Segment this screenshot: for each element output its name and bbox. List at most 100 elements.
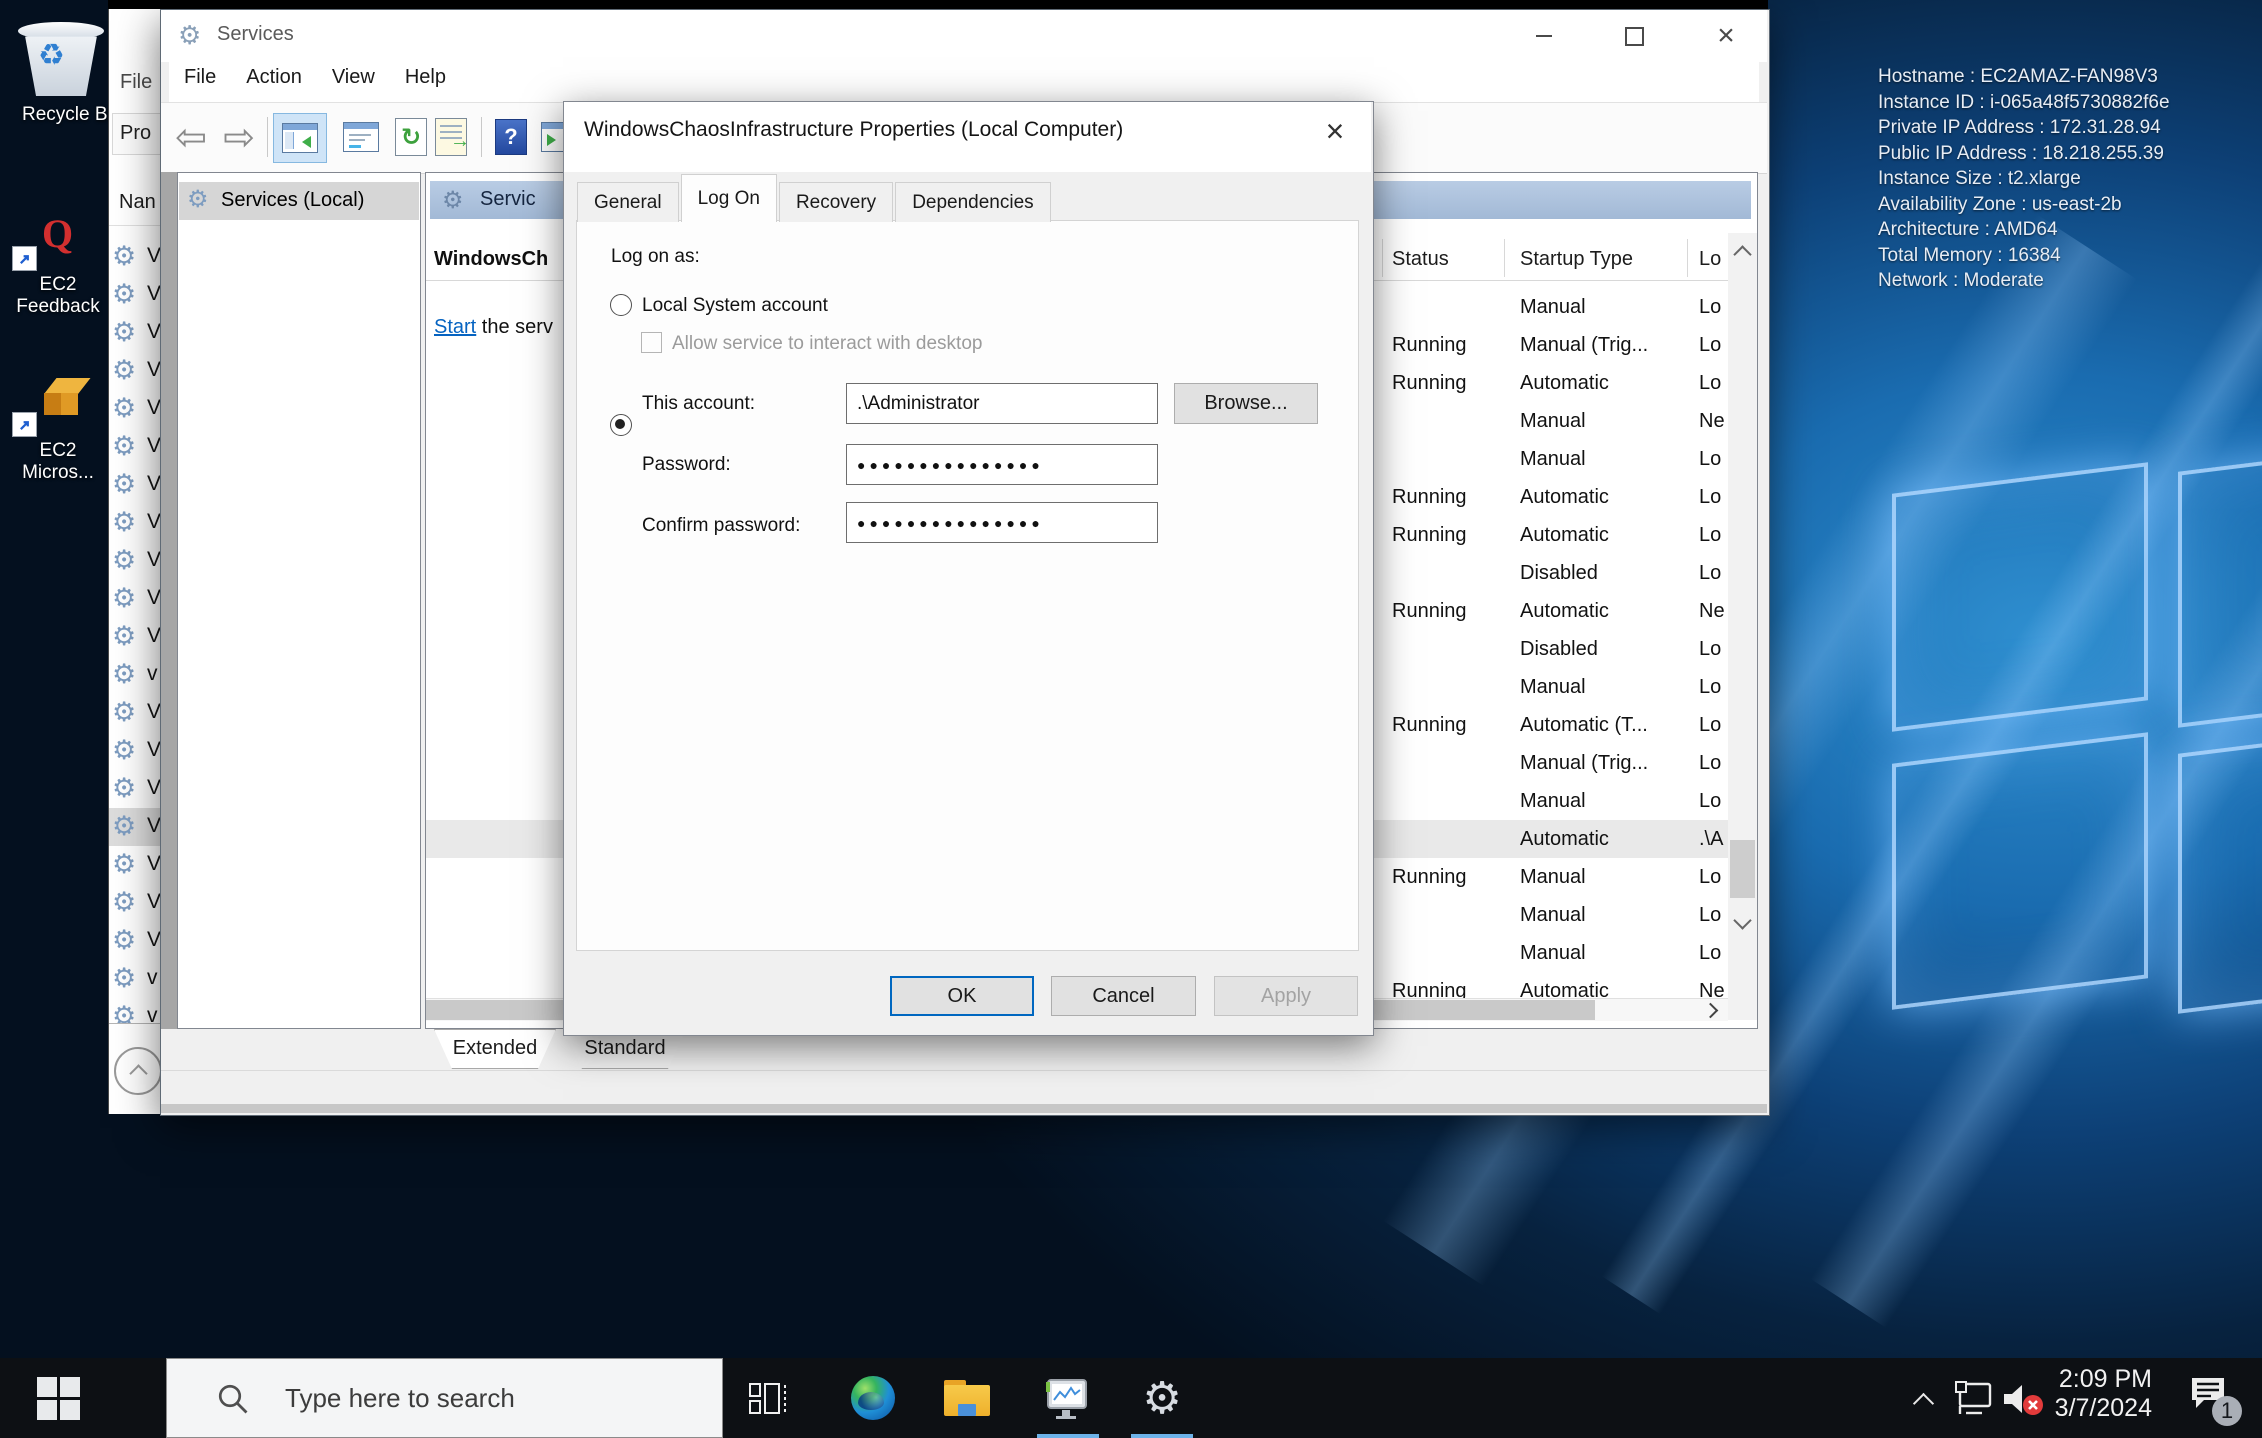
taskbar-search[interactable]: Type here to search bbox=[166, 1358, 723, 1438]
name-column-header[interactable]: Nan bbox=[119, 191, 156, 214]
dialog-tab[interactable]: General bbox=[577, 182, 679, 222]
desktop-icon-ec2-microsoft[interactable]: EC2 Micros... bbox=[6, 376, 110, 491]
background-service-row[interactable]: ⚙ V bbox=[109, 770, 161, 808]
view-tab[interactable]: Extended bbox=[434, 1029, 556, 1069]
taskbar-clock[interactable]: 2:09 PM 3/7/2024 bbox=[2040, 1365, 2152, 1423]
performance-monitor-icon[interactable] bbox=[1042, 1374, 1090, 1422]
background-service-row[interactable]: ⚙ V bbox=[109, 352, 161, 390]
back-icon[interactable]: ⇦ bbox=[169, 113, 213, 161]
help-icon[interactable]: ? bbox=[491, 113, 531, 161]
close-button[interactable]: × bbox=[1695, 10, 1757, 62]
clock-date: 3/7/2024 bbox=[2040, 1394, 2152, 1423]
cell-startup-type: Automatic bbox=[1520, 516, 1695, 554]
background-service-row[interactable]: ⚙ V bbox=[109, 694, 161, 732]
service-gear-icon: ⚙ bbox=[112, 393, 136, 424]
scroll-down-arrow[interactable] bbox=[1728, 905, 1757, 941]
scroll-up-button[interactable] bbox=[114, 1047, 161, 1095]
menu-item[interactable]: Help bbox=[390, 62, 461, 93]
forward-icon[interactable]: ⇨ bbox=[217, 113, 261, 161]
cell-log-on-as: Ne bbox=[1699, 402, 1728, 440]
dialog-tab[interactable]: Recovery bbox=[779, 182, 893, 222]
divider bbox=[109, 1023, 161, 1024]
background-service-row[interactable]: ⚙ V bbox=[109, 542, 161, 580]
wallpaper-window-pane bbox=[2178, 734, 2262, 1013]
desktop-icon-ec2-feedback[interactable]: Q EC2 Feedback bbox=[6, 210, 110, 325]
column-header-log-on-as[interactable]: Lo bbox=[1699, 238, 1727, 280]
background-window-file-menu[interactable]: File bbox=[120, 71, 152, 94]
minimize-button[interactable] bbox=[1513, 10, 1575, 62]
interact-desktop-checkbox[interactable] bbox=[641, 332, 662, 353]
local-system-radio[interactable] bbox=[610, 294, 632, 316]
dialog-title-bar[interactable]: WindowsChaosInfrastructure Properties (L… bbox=[564, 102, 1371, 172]
maximize-button[interactable] bbox=[1603, 10, 1665, 62]
background-service-row[interactable]: ⚙ V bbox=[109, 846, 161, 884]
refresh-icon[interactable]: ↻ bbox=[389, 113, 433, 161]
vertical-scroll-thumb[interactable] bbox=[1730, 840, 1755, 898]
background-service-row[interactable]: ⚙ V bbox=[109, 238, 161, 276]
desktop-icon-recycle-bin[interactable]: ♻ Recycle Bi bbox=[8, 16, 112, 146]
menu-item[interactable]: Action bbox=[231, 62, 317, 93]
scroll-up-arrow[interactable] bbox=[1728, 233, 1757, 269]
background-service-row[interactable]: ⚙ v bbox=[109, 656, 161, 694]
background-service-row[interactable]: ⚙ V bbox=[109, 466, 161, 504]
scroll-right-arrow[interactable] bbox=[1697, 999, 1728, 1021]
service-name-letter: V bbox=[147, 434, 161, 458]
apply-button[interactable]: Apply bbox=[1214, 976, 1358, 1016]
background-service-row[interactable]: ⚙ V bbox=[109, 922, 161, 960]
background-service-row[interactable]: ⚙ V bbox=[109, 884, 161, 922]
menu-item[interactable]: View bbox=[317, 62, 390, 93]
network-icon[interactable] bbox=[1952, 1380, 1996, 1416]
service-name-letter: V bbox=[147, 396, 161, 420]
background-service-row[interactable]: ⚙ V bbox=[109, 428, 161, 466]
this-account-radio[interactable] bbox=[610, 414, 632, 436]
column-header-startup-type[interactable]: Startup Type bbox=[1520, 238, 1685, 280]
browse-button[interactable]: Browse... bbox=[1174, 383, 1318, 424]
cell-log-on-as: Lo bbox=[1699, 478, 1728, 516]
dialog-close-button[interactable]: × bbox=[1308, 108, 1362, 154]
service-name-letter: v bbox=[147, 662, 158, 686]
vertical-scrollbar[interactable] bbox=[1728, 233, 1757, 1020]
dialog-tab[interactable]: Dependencies bbox=[895, 182, 1050, 222]
cell-status bbox=[1392, 820, 1512, 858]
account-input[interactable]: .\Administrator bbox=[846, 383, 1158, 424]
settings-gear-icon[interactable]: ⚙ bbox=[1134, 1368, 1190, 1428]
file-explorer-icon[interactable] bbox=[944, 1380, 990, 1418]
left-gutter-scrollbar[interactable] bbox=[161, 172, 177, 1029]
cell-log-on-as: Lo bbox=[1699, 554, 1728, 592]
background-service-row[interactable]: ⚙ v bbox=[109, 998, 161, 1023]
password-input[interactable]: ●●●●●●●●●●●●●●● bbox=[846, 444, 1158, 485]
background-service-row[interactable]: ⚙ V bbox=[109, 808, 161, 846]
column-header-status[interactable]: Status bbox=[1392, 238, 1502, 280]
cancel-button[interactable]: Cancel bbox=[1051, 976, 1196, 1016]
ok-button[interactable]: OK bbox=[890, 976, 1034, 1016]
tree-item-label: Services (Local) bbox=[221, 189, 364, 212]
background-service-row[interactable]: ⚙ v bbox=[109, 960, 161, 998]
clock-time: 2:09 PM bbox=[2040, 1365, 2152, 1394]
tree-item-services-local[interactable]: ⚙ Services (Local) bbox=[179, 182, 419, 220]
edge-icon[interactable] bbox=[851, 1376, 895, 1420]
minimize-icon bbox=[1536, 35, 1552, 37]
hostname-info-line: Instance ID : i-065a48f5730882f6e bbox=[1878, 90, 2258, 116]
service-name-letter: V bbox=[147, 890, 161, 914]
background-service-row[interactable]: ⚙ V bbox=[109, 618, 161, 656]
services-app-icon: ⚙ bbox=[178, 20, 201, 51]
start-button[interactable] bbox=[0, 1358, 116, 1438]
background-service-row[interactable]: ⚙ V bbox=[109, 314, 161, 352]
export-list-icon[interactable]: → bbox=[429, 113, 473, 161]
recycle-icon: ♻ bbox=[38, 38, 65, 73]
background-service-row[interactable]: ⚙ V bbox=[109, 276, 161, 314]
confirm-password-input[interactable]: ●●●●●●●●●●●●●●● bbox=[846, 502, 1158, 543]
dialog-tab[interactable]: Log On bbox=[681, 174, 777, 222]
background-window-processes-tab[interactable]: Pro bbox=[112, 113, 161, 155]
action-center-icon[interactable]: 1 bbox=[2186, 1374, 2246, 1426]
title-bar[interactable]: ⚙ Services × bbox=[161, 10, 1767, 62]
background-service-row[interactable]: ⚙ V bbox=[109, 504, 161, 542]
task-view-icon[interactable] bbox=[746, 1376, 790, 1420]
show-hide-console-tree-icon[interactable] bbox=[273, 113, 327, 163]
hidden-icons-caret[interactable] bbox=[1905, 1384, 1941, 1414]
background-service-row[interactable]: ⚙ V bbox=[109, 580, 161, 618]
background-service-row[interactable]: ⚙ V bbox=[109, 732, 161, 770]
background-service-row[interactable]: ⚙ V bbox=[109, 390, 161, 428]
menu-item[interactable]: File bbox=[169, 62, 231, 93]
properties-icon[interactable] bbox=[339, 113, 383, 161]
